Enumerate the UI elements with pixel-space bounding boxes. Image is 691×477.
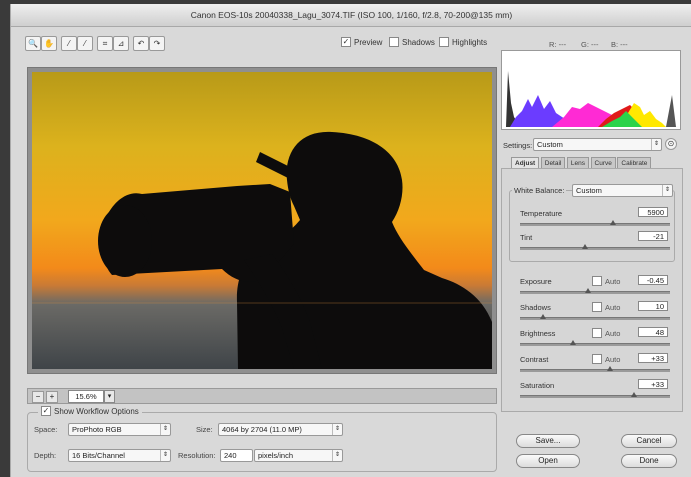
preview-label: Preview — [354, 38, 383, 48]
settings-menu-icon[interactable]: ⊙ — [665, 138, 677, 150]
shadows-auto-label: Auto — [605, 303, 621, 312]
settings-value: Custom — [537, 140, 563, 149]
brightness-label: Brightness — [520, 329, 556, 338]
white-balance-tool-icon[interactable]: ⁄ — [61, 36, 77, 51]
done-button[interactable]: Done — [621, 454, 677, 468]
brightness-auto-label: Auto — [605, 329, 621, 338]
settings-label: Settings: — [503, 141, 533, 150]
highlights-clipping-label: Highlights — [452, 38, 488, 48]
temperature-slider-thumb[interactable] — [610, 220, 616, 225]
shadows-clipping-option[interactable]: Shadows — [389, 37, 435, 48]
workflow-options-toggle[interactable]: ✓ Show Workflow Options — [38, 406, 142, 417]
highlights-checkbox[interactable] — [439, 37, 449, 47]
tint-label: Tint — [520, 233, 533, 242]
shadows-checkbox[interactable] — [389, 37, 399, 47]
zoom-bar: − + 15.6% ▾ — [27, 388, 497, 404]
saturation-slider[interactable] — [520, 395, 670, 398]
white-balance-group — [509, 190, 675, 262]
exposure-auto[interactable]: Auto — [592, 276, 621, 287]
cancel-button[interactable]: Cancel — [621, 434, 677, 448]
exposure-auto-checkbox[interactable] — [592, 276, 602, 287]
camera-raw-window: Canon EOS-10s 20040338_Lagu_3074.TIF (IS… — [10, 4, 691, 477]
depth-select[interactable]: 16 Bits/Channel ⇕ — [68, 449, 171, 462]
zoom-menu-button[interactable]: ▾ — [104, 390, 115, 403]
contrast-label: Contrast — [520, 355, 549, 364]
shadows-auto-checkbox[interactable] — [592, 302, 602, 313]
workflow-header-label: Show Workflow Options — [54, 407, 139, 417]
zoom-level-field[interactable]: 15.6% — [68, 390, 104, 403]
contrast-input[interactable]: +33 — [638, 353, 668, 363]
saturation-input[interactable]: +33 — [638, 379, 668, 389]
shadows-auto[interactable]: Auto — [592, 302, 621, 313]
white-balance-label: White Balance: — [512, 186, 567, 195]
saturation-slider-thumb[interactable] — [631, 392, 637, 397]
rgb-readout-r: R: --- — [549, 40, 567, 49]
temperature-slider[interactable] — [520, 223, 670, 226]
tint-input[interactable]: -21 — [638, 231, 668, 241]
white-balance-value: Custom — [576, 186, 602, 195]
resolution-label: Resolution: — [178, 451, 216, 460]
window-title: Canon EOS-10s 20040338_Lagu_3074.TIF (IS… — [11, 4, 691, 27]
straighten-tool-icon[interactable]: ⊿ — [113, 36, 129, 51]
brightness-input[interactable]: 48 — [638, 327, 668, 337]
contrast-auto-label: Auto — [605, 355, 621, 364]
space-value: ProPhoto RGB — [72, 425, 122, 434]
zoom-out-button[interactable]: − — [32, 391, 44, 403]
workflow-options: ✓ Show Workflow Options Space: ProPhoto R… — [27, 406, 497, 472]
depth-value: 16 Bits/Channel — [72, 451, 125, 460]
preview-area[interactable] — [27, 67, 497, 374]
rgb-readout-b: B: --- — [611, 40, 628, 49]
exposure-slider-thumb[interactable] — [584, 288, 591, 293]
contrast-auto-checkbox[interactable] — [592, 354, 602, 365]
adjust-panel: White Balance: Custom ⇕ Temperature 5900 … — [501, 168, 683, 412]
white-balance-select[interactable]: Custom ⇕ — [572, 184, 673, 197]
preview-image — [32, 72, 492, 369]
temperature-label: Temperature — [520, 209, 563, 218]
contrast-slider-thumb[interactable] — [607, 366, 613, 371]
space-select[interactable]: ProPhoto RGB ⇕ — [68, 423, 171, 436]
rotate-left-icon[interactable]: ↶ — [133, 36, 149, 51]
brightness-auto-checkbox[interactable] — [592, 328, 602, 339]
depth-label: Depth: — [34, 451, 57, 460]
workflow-checkbox[interactable]: ✓ — [41, 406, 51, 416]
open-button[interactable]: Open — [516, 454, 580, 468]
size-select[interactable]: 4064 by 2704 (11.0 MP) ⇕ — [218, 423, 343, 436]
resolution-unit-select[interactable]: pixels/inch ⇕ — [254, 449, 343, 462]
exposure-auto-label: Auto — [605, 277, 621, 286]
histogram — [501, 50, 681, 130]
shadows-input[interactable]: 10 — [638, 301, 668, 311]
color-sampler-tool-icon[interactable]: ⁄ — [77, 36, 93, 51]
shadows-label: Shadows — [520, 303, 551, 312]
crop-tool-icon[interactable]: ⌗ — [97, 36, 113, 51]
tint-slider-thumb[interactable] — [581, 244, 588, 249]
exposure-label: Exposure — [520, 277, 552, 286]
temperature-input[interactable]: 5900 — [638, 207, 668, 217]
hand-tool-icon[interactable]: ✋ — [41, 36, 57, 51]
brightness-slider[interactable] — [520, 343, 670, 346]
highlights-clipping-option[interactable]: Highlights — [439, 37, 488, 48]
brightness-slider-thumb[interactable] — [569, 340, 576, 345]
shadows-slider-thumb[interactable] — [539, 314, 546, 319]
shadows-clipping-label: Shadows — [402, 38, 435, 48]
contrast-auto[interactable]: Auto — [592, 354, 621, 365]
brightness-auto[interactable]: Auto — [592, 328, 621, 339]
contrast-slider[interactable] — [520, 369, 670, 372]
rotate-right-icon[interactable]: ↷ — [149, 36, 165, 51]
exposure-input[interactable]: -0.45 — [638, 275, 668, 285]
rgb-readout-g: G: --- — [581, 40, 599, 49]
size-value: 4064 by 2704 (11.0 MP) — [222, 425, 302, 434]
exposure-slider[interactable] — [520, 291, 670, 294]
saturation-label: Saturation — [520, 381, 555, 390]
preview-checkbox[interactable]: ✓ — [341, 37, 351, 47]
settings-select[interactable]: Custom ⇕ — [533, 138, 662, 151]
zoom-tool-icon[interactable]: 🔍 — [25, 36, 41, 51]
preview-option[interactable]: ✓ Preview — [341, 37, 383, 48]
zoom-in-button[interactable]: + — [46, 391, 58, 403]
resolution-input[interactable]: 240 — [220, 449, 253, 462]
save-button[interactable]: Save... — [516, 434, 580, 448]
resolution-unit-value: pixels/inch — [258, 451, 294, 460]
space-label: Space: — [34, 425, 58, 434]
tint-slider[interactable] — [520, 247, 670, 250]
size-label: Size: — [196, 425, 213, 434]
